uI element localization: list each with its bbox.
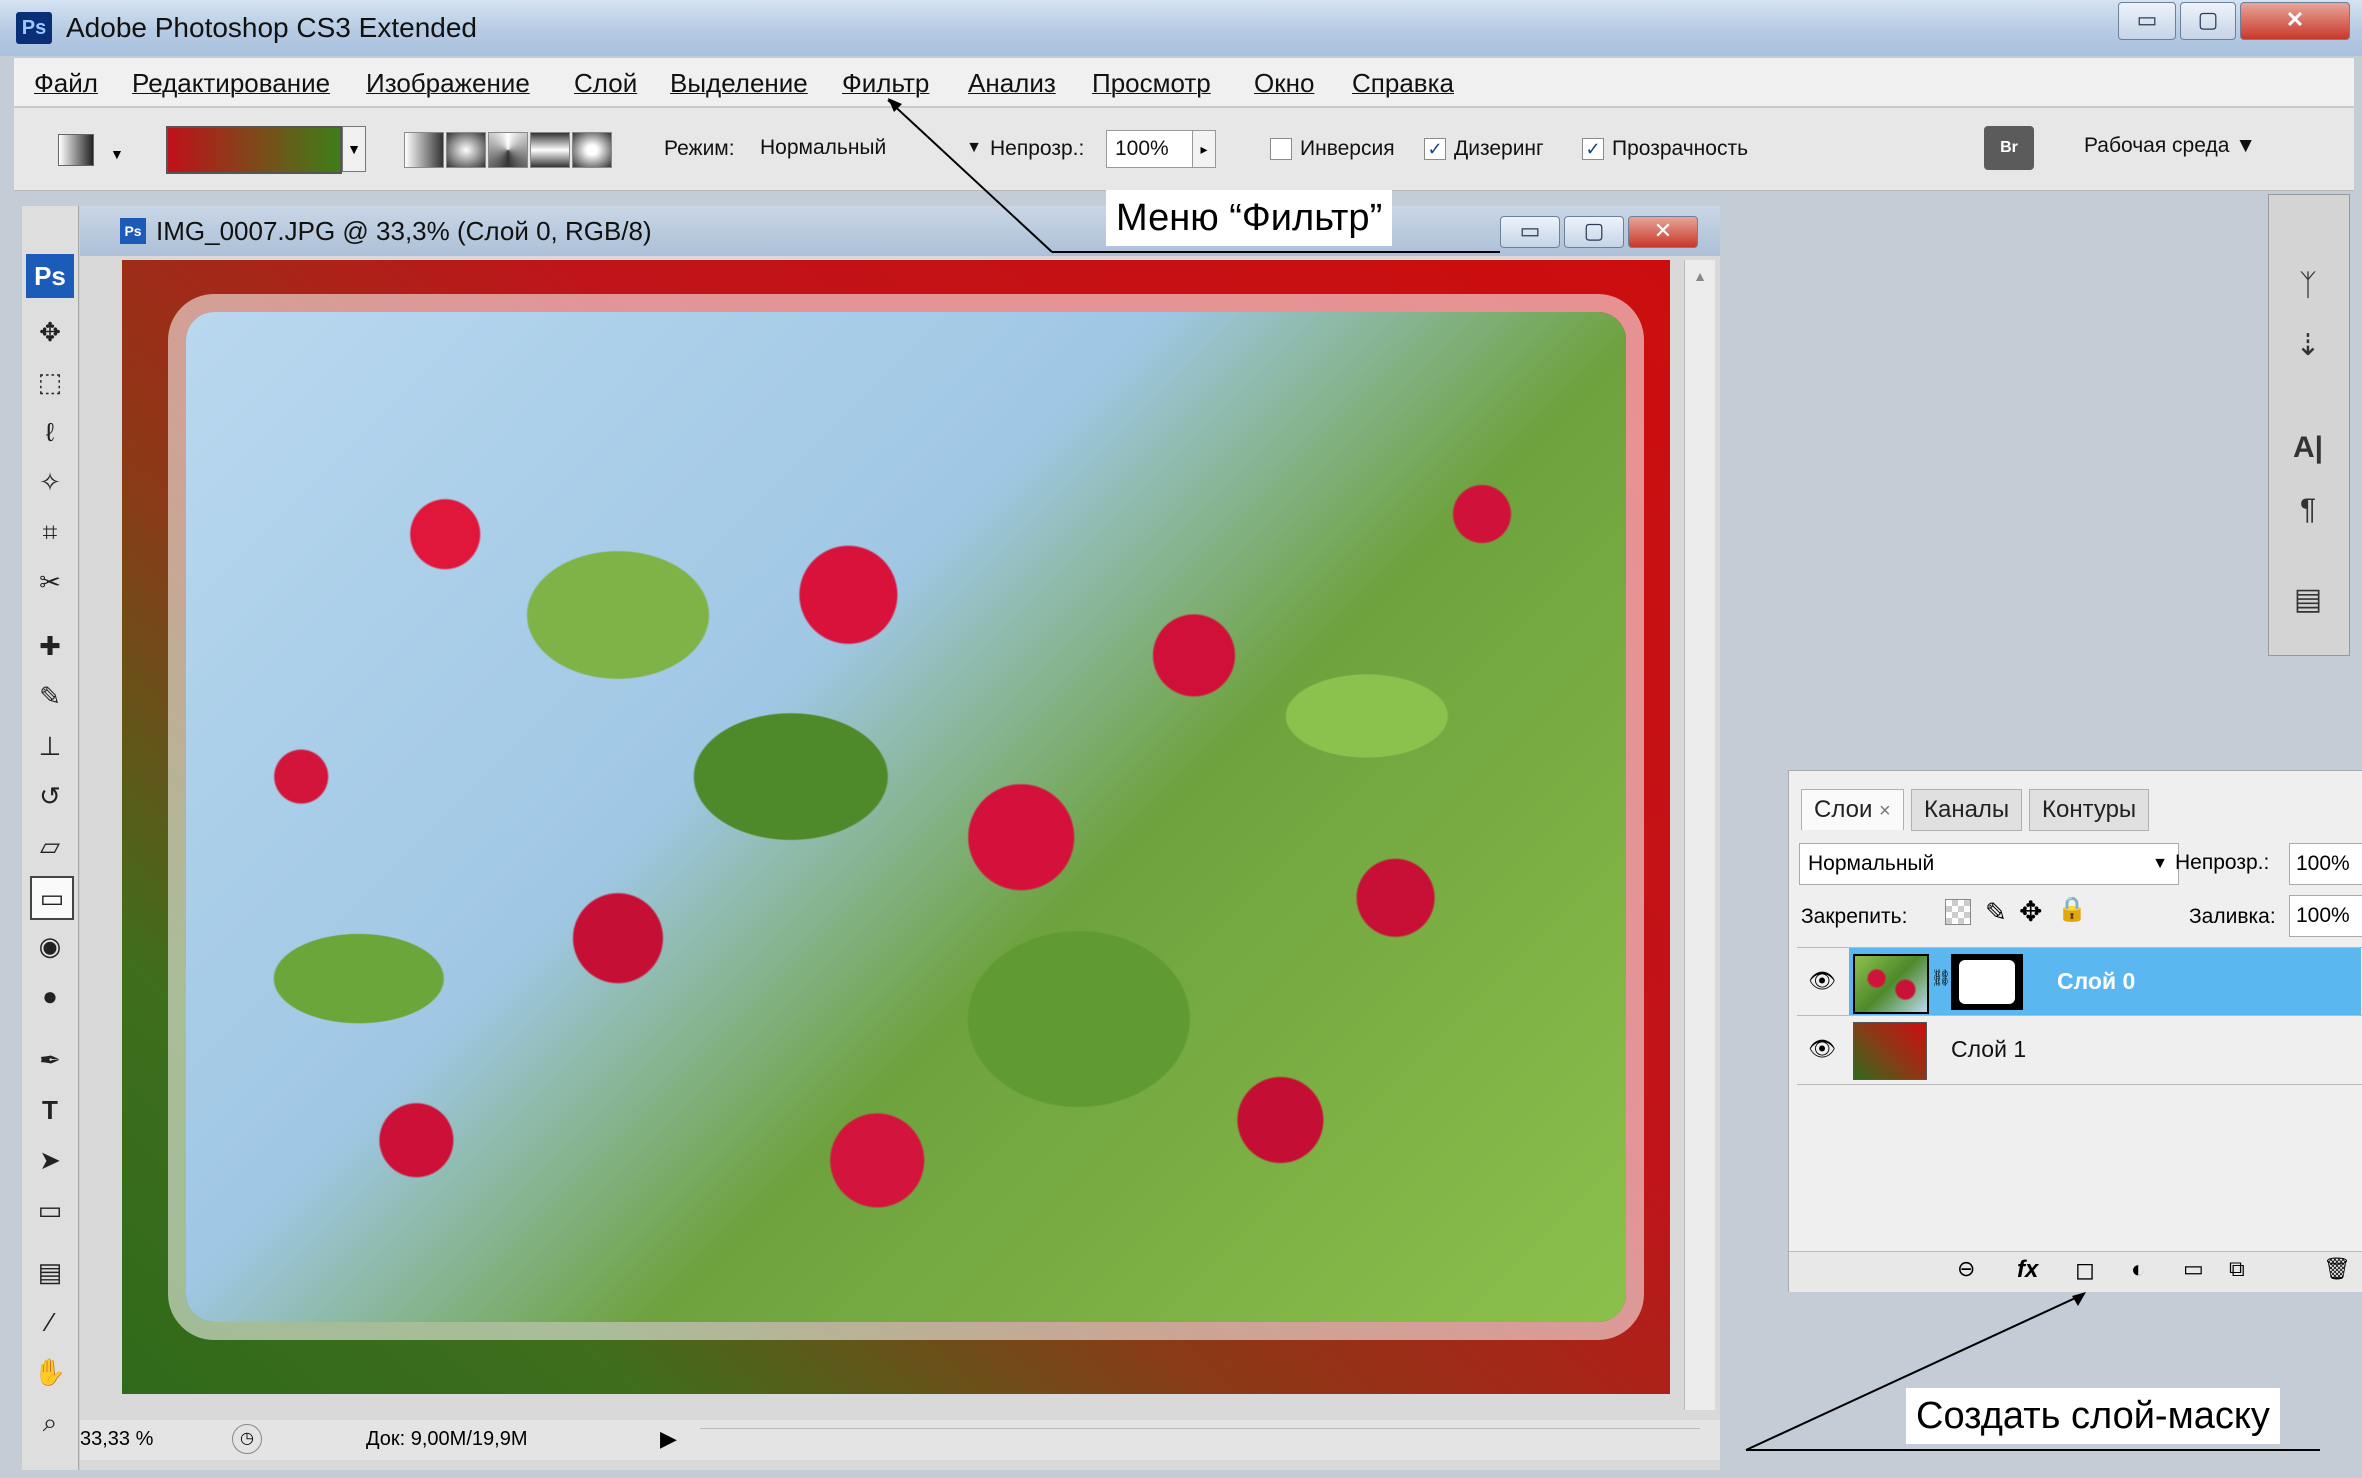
filter-leader-line [887, 99, 1053, 253]
callout-create-mask: Создать слой-маску [1906, 1388, 2280, 1444]
mask-arrowhead [2072, 1292, 2086, 1306]
callout-filter-menu: Меню “Фильтр” [1106, 190, 1393, 246]
